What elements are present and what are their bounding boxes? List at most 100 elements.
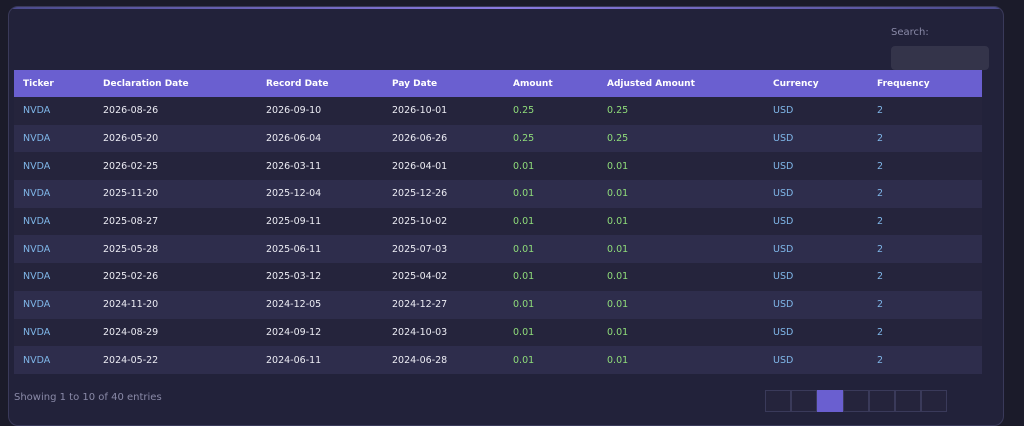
pagination-current[interactable] [817, 390, 843, 412]
cell-amount: 0.01 [513, 271, 535, 283]
pagination-next[interactable] [921, 390, 947, 412]
cell-record-date: 2025-12-04 [266, 188, 322, 200]
cell-frequency: 2 [877, 160, 884, 172]
cell-record-date: 2026-03-11 [266, 160, 322, 172]
cell-record-date: 2024-09-12 [266, 326, 322, 338]
cell-ticker[interactable]: NVDA [14, 125, 94, 153]
cell-declaration-date: 2024-08-29 [103, 326, 159, 338]
cell-currency: USD [773, 354, 794, 366]
cell-pay-date: 2025-12-26 [392, 188, 448, 200]
table-row: NVDA 2025-11-20 2025-12-04 2025-12-26 0.01 0.… [14, 180, 982, 208]
cell-adjusted-amount: 0.01 [607, 216, 629, 228]
cell-currency: USD [773, 188, 794, 200]
cell-declaration-date: 2025-08-27 [103, 216, 159, 228]
column-header-declaration-date[interactable]: Declaration Date [94, 70, 257, 97]
cell-pay-date: 2024-12-27 [392, 299, 448, 311]
cell-frequency: 2 [877, 271, 884, 283]
column-header-record-date[interactable]: Record Date [257, 70, 383, 97]
cell-amount: 0.01 [513, 188, 535, 200]
cell-frequency: 2 [877, 354, 884, 366]
cell-frequency: 2 [877, 299, 884, 311]
cell-adjusted-amount: 0.25 [607, 105, 629, 117]
cell-record-date: 2024-12-05 [266, 299, 322, 311]
cell-amount: 0.01 [513, 354, 535, 366]
column-header-frequency[interactable]: Frequency [868, 70, 982, 97]
cell-declaration-date: 2024-11-20 [103, 299, 159, 311]
cell-record-date: 2026-09-10 [266, 105, 322, 117]
column-header-amount[interactable]: Amount [504, 70, 598, 97]
search-input[interactable] [891, 45, 989, 70]
cell-ticker[interactable]: NVDA [14, 291, 94, 319]
cell-adjusted-amount: 0.01 [607, 299, 629, 311]
table-info: Showing 1 to 10 of 40 entries [14, 392, 162, 403]
cell-record-date: 2026-06-04 [266, 133, 322, 145]
cell-declaration-date: 2025-11-20 [103, 188, 159, 200]
table-row: NVDA 2024-11-20 2024-12-05 2024-12-27 0.01 0.… [14, 290, 982, 319]
cell-pay-date: 2026-04-01 [392, 160, 448, 172]
cell-amount: 0.01 [513, 160, 535, 172]
table-row: NVDA 2026-08-26 2026-09-10 2026-10-01 0.25 0.… [14, 97, 982, 125]
column-header-ticker[interactable]: Ticker [14, 70, 94, 97]
cell-frequency: 2 [877, 133, 884, 145]
cell-pay-date: 2026-06-26 [392, 133, 448, 145]
cell-ticker[interactable]: NVDA [14, 152, 94, 180]
cell-pay-date: 2025-10-02 [392, 216, 448, 228]
search-box: Search: [891, 27, 989, 70]
cell-ticker[interactable]: NVDA [14, 97, 94, 125]
table-row: NVDA 2025-08-27 2025-09-11 2025-10-02 0.01 0.… [14, 207, 982, 236]
cell-adjusted-amount: 0.01 [607, 326, 629, 338]
table-row: NVDA 2026-05-20 2026-06-04 2026-06-26 0.25 0.… [14, 124, 982, 153]
cell-amount: 0.01 [513, 326, 535, 338]
cell-ticker[interactable]: NVDA [14, 208, 94, 236]
cell-currency: USD [773, 160, 794, 172]
pagination [765, 390, 947, 412]
cell-record-date: 2025-06-11 [266, 243, 322, 255]
cell-frequency: 2 [877, 243, 884, 255]
cell-ticker[interactable]: NVDA [14, 235, 94, 263]
table-row: NVDA 2024-08-29 2024-09-12 2024-10-03 0.01 0.… [14, 318, 982, 347]
cell-pay-date: 2024-06-28 [392, 354, 448, 366]
cell-ticker[interactable]: NVDA [14, 346, 94, 374]
cell-declaration-date: 2026-08-26 [103, 105, 159, 117]
cell-frequency: 2 [877, 105, 884, 117]
cell-ticker[interactable]: NVDA [14, 263, 94, 291]
cell-pay-date: 2024-10-03 [392, 326, 448, 338]
table-header-row: Ticker Declaration Date Record Date Pay … [14, 70, 982, 97]
pagination-first[interactable] [791, 390, 817, 412]
cell-adjusted-amount: 0.01 [607, 188, 629, 200]
cell-currency: USD [773, 133, 794, 145]
cell-adjusted-amount: 0.25 [607, 133, 629, 145]
cell-adjusted-amount: 0.01 [607, 271, 629, 283]
cell-currency: USD [773, 216, 794, 228]
column-header-currency[interactable]: Currency [764, 70, 868, 97]
cell-currency: USD [773, 105, 794, 117]
table-row: NVDA 2026-02-25 2026-03-11 2026-04-01 0.01 0.… [14, 152, 982, 181]
cell-currency: USD [773, 271, 794, 283]
cell-ticker[interactable]: NVDA [14, 180, 94, 208]
column-header-adjusted-amount[interactable]: Adjusted Amount [598, 70, 764, 97]
pagination-page[interactable] [895, 390, 921, 412]
dividends-table: Ticker Declaration Date Record Date Pay … [14, 70, 982, 374]
cell-declaration-date: 2026-02-25 [103, 160, 159, 172]
cell-currency: USD [773, 299, 794, 311]
table-row: NVDA 2024-05-22 2024-06-11 2024-06-28 0.01 0.… [14, 346, 982, 374]
column-header-pay-date[interactable]: Pay Date [383, 70, 504, 97]
cell-record-date: 2024-06-11 [266, 354, 322, 366]
cell-pay-date: 2025-04-02 [392, 271, 448, 283]
cell-ticker[interactable]: NVDA [14, 319, 94, 347]
pagination-page[interactable] [843, 390, 869, 412]
panel-accent-line [9, 7, 1003, 9]
cell-declaration-date: 2025-02-26 [103, 271, 159, 283]
cell-amount: 0.01 [513, 216, 535, 228]
pagination-previous[interactable] [765, 390, 791, 412]
cell-amount: 0.01 [513, 243, 535, 255]
pagination-page[interactable] [869, 390, 895, 412]
cell-frequency: 2 [877, 326, 884, 338]
cell-amount: 0.25 [513, 133, 535, 145]
table-body: NVDA 2026-08-26 2026-09-10 2026-10-01 0.25 0.… [14, 97, 982, 374]
cell-amount: 0.25 [513, 105, 535, 117]
cell-declaration-date: 2025-05-28 [103, 243, 159, 255]
table-row: NVDA 2025-02-26 2025-03-12 2025-04-02 0.01 0.… [14, 263, 982, 291]
cell-pay-date: 2026-10-01 [392, 105, 448, 117]
cell-adjusted-amount: 0.01 [607, 243, 629, 255]
